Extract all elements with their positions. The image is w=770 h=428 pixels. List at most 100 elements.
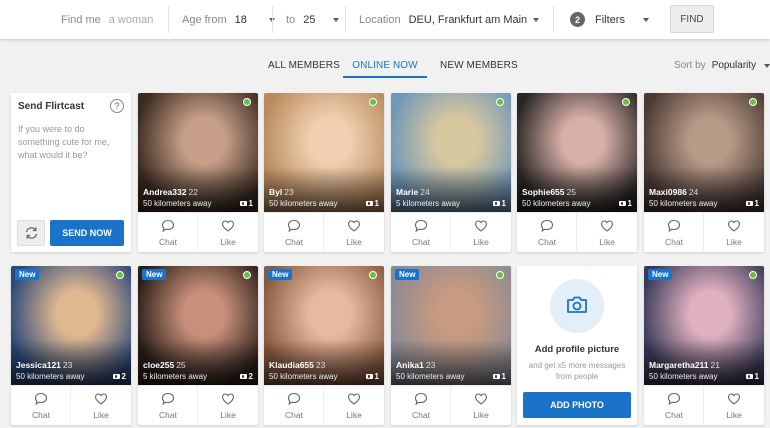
like-label: Like [473,410,489,420]
age-from-select[interactable]: Age from 18 [182,0,275,39]
profile-photo[interactable]: New Anika1 23 50 kilometers away 1 [391,266,511,385]
profile-card[interactable]: Marie 24 5 kilometers away 1 Chat Like [391,93,511,252]
photo-count: 1 [492,372,506,381]
like-label: Like [726,237,742,247]
online-indicator [369,98,377,106]
profile-card[interactable]: Sophie655 25 50 kilometers away 1 Chat Like [517,93,637,252]
location-value: DEU, Frankfurt am Main + 5... [408,13,527,26]
chat-label: Chat [285,410,303,420]
chat-button[interactable]: Chat [138,213,198,251]
chat-icon [414,392,428,406]
chat-button[interactable]: Chat [11,386,71,424]
like-button[interactable]: Like [324,213,384,251]
profile-photo[interactable]: Andrea332 22 50 kilometers away 1 [138,93,258,212]
like-button[interactable]: Like [704,386,764,424]
camera-icon [239,374,247,379]
chat-button[interactable]: Chat [391,213,451,251]
camera-icon [365,374,373,379]
profile-card[interactable]: New cloe255 25 5 kilometers away 2 Chat Like [138,266,258,425]
age-from-value: 18 [234,13,247,26]
chat-icon [287,219,301,233]
like-button[interactable]: Like [198,213,258,251]
photo-count: 1 [239,199,253,208]
chat-button[interactable]: Chat [138,386,198,424]
like-button[interactable]: Like [704,213,764,251]
profile-photo[interactable]: New Margaretha211 21 50 kilometers away 1 [644,266,764,385]
find-me-select[interactable]: Find me a woman [61,0,153,39]
photo-count: 1 [618,199,632,208]
profile-card[interactable]: New Anika1 23 50 kilometers away 1 Chat Like [391,266,511,425]
chat-button[interactable]: Chat [517,213,577,251]
profile-photo[interactable]: New Klaudia655 23 50 kilometers away 1 [264,266,384,385]
new-badge: New [395,269,420,280]
like-button[interactable]: Like [71,386,131,424]
profile-age: 23 [284,187,294,197]
profile-card[interactable]: Andrea332 22 50 kilometers away 1 Chat Like [138,93,258,252]
heart-icon [221,220,235,232]
like-button[interactable]: Like [577,213,637,251]
photo-count-value: 1 [374,372,379,381]
profile-age: 23 [62,360,73,370]
chat-button[interactable]: Chat [264,213,324,251]
chat-button[interactable]: Chat [644,213,704,251]
photo-count: 1 [745,372,759,381]
profile-photo[interactable]: Sophie655 25 50 kilometers away 1 [517,93,637,212]
refresh-button[interactable] [17,220,45,246]
profile-photo[interactable]: Marie 24 5 kilometers away 1 [391,93,511,212]
find-me-label: Find me [61,13,101,26]
profile-age: 24 [688,187,699,197]
profile-distance: 50 kilometers away [649,372,718,381]
add-photo-button[interactable]: ADD PHOTO [523,392,631,418]
chat-button[interactable]: Chat [644,386,704,424]
card-actions: Chat Like [264,385,384,424]
help-icon[interactable]: ? [110,99,124,113]
chat-label: Chat [159,410,177,420]
filters-label: Filters [595,13,625,26]
heart-icon [474,393,488,405]
filters-count-badge: 2 [570,12,585,27]
like-button[interactable]: Like [451,386,511,424]
like-button[interactable]: Like [198,386,258,424]
filters-button[interactable]: 2 Filters [570,0,649,39]
sort-select[interactable]: Sort by Popularity [674,60,770,71]
send-now-button[interactable]: SEND NOW [50,220,124,246]
profile-photo[interactable]: Maxi0986 24 50 kilometers away 1 [644,93,764,212]
chat-icon [161,392,175,406]
chat-button[interactable]: Chat [391,386,451,424]
profile-card[interactable]: New Margaretha211 21 50 kilometers away 1 Cha… [644,266,764,425]
profile-photo[interactable]: New cloe255 25 5 kilometers away 2 [138,266,258,385]
find-button[interactable]: FIND [670,5,714,33]
flirtcast-card: Send Flirtcast ? If you were to do somet… [11,93,131,252]
card-actions: Chat Like [138,212,258,251]
profile-photo[interactable]: Byl 23 50 kilometers away 1 [264,93,384,212]
heart-icon [727,393,741,405]
card-actions: Chat Like [11,385,131,424]
profile-card[interactable]: New Klaudia655 23 50 kilometers away 1 Chat Li… [264,266,384,425]
camera-icon [745,374,753,379]
chevron-down-icon [764,63,770,68]
location-select[interactable]: Location DEU, Frankfurt am Main + 5... [359,0,539,39]
online-indicator [369,271,377,279]
profile-card[interactable]: New Jessica121 23 50 kilometers away 2 Chat Li… [11,266,131,425]
tab-online-now[interactable]: ONLINE NOW [343,56,427,78]
profile-distance: 50 kilometers away [16,372,85,381]
profile-card[interactable]: Maxi0986 24 50 kilometers away 1 Chat Like [644,93,764,252]
chat-button[interactable]: Chat [264,386,324,424]
age-to-select[interactable]: to 25 [286,0,340,39]
search-bar: Find me a woman Age from 18 to 25 Locati… [0,0,770,39]
chat-label: Chat [665,410,683,420]
like-button[interactable]: Like [451,213,511,251]
flirtcast-message: If you were to do something cute for me,… [18,124,110,160]
profile-name: Maxi0986 24 [649,187,698,197]
like-button[interactable]: Like [324,386,384,424]
camera-circle[interactable] [550,279,604,333]
profile-age: 23 [315,360,326,370]
tab-all-members[interactable]: ALL MEMBERS [268,56,340,78]
add-picture-subtitle: and get x5 more messages from people [528,361,626,381]
camera-icon [112,374,120,379]
profile-card[interactable]: Byl 23 50 kilometers away 1 Chat Like [264,93,384,252]
like-label: Like [220,237,236,247]
profile-photo[interactable]: New Jessica121 23 50 kilometers away 2 [11,266,131,385]
tab-new-members[interactable]: NEW MEMBERS [440,56,518,78]
find-me-value: a woman [108,13,154,26]
